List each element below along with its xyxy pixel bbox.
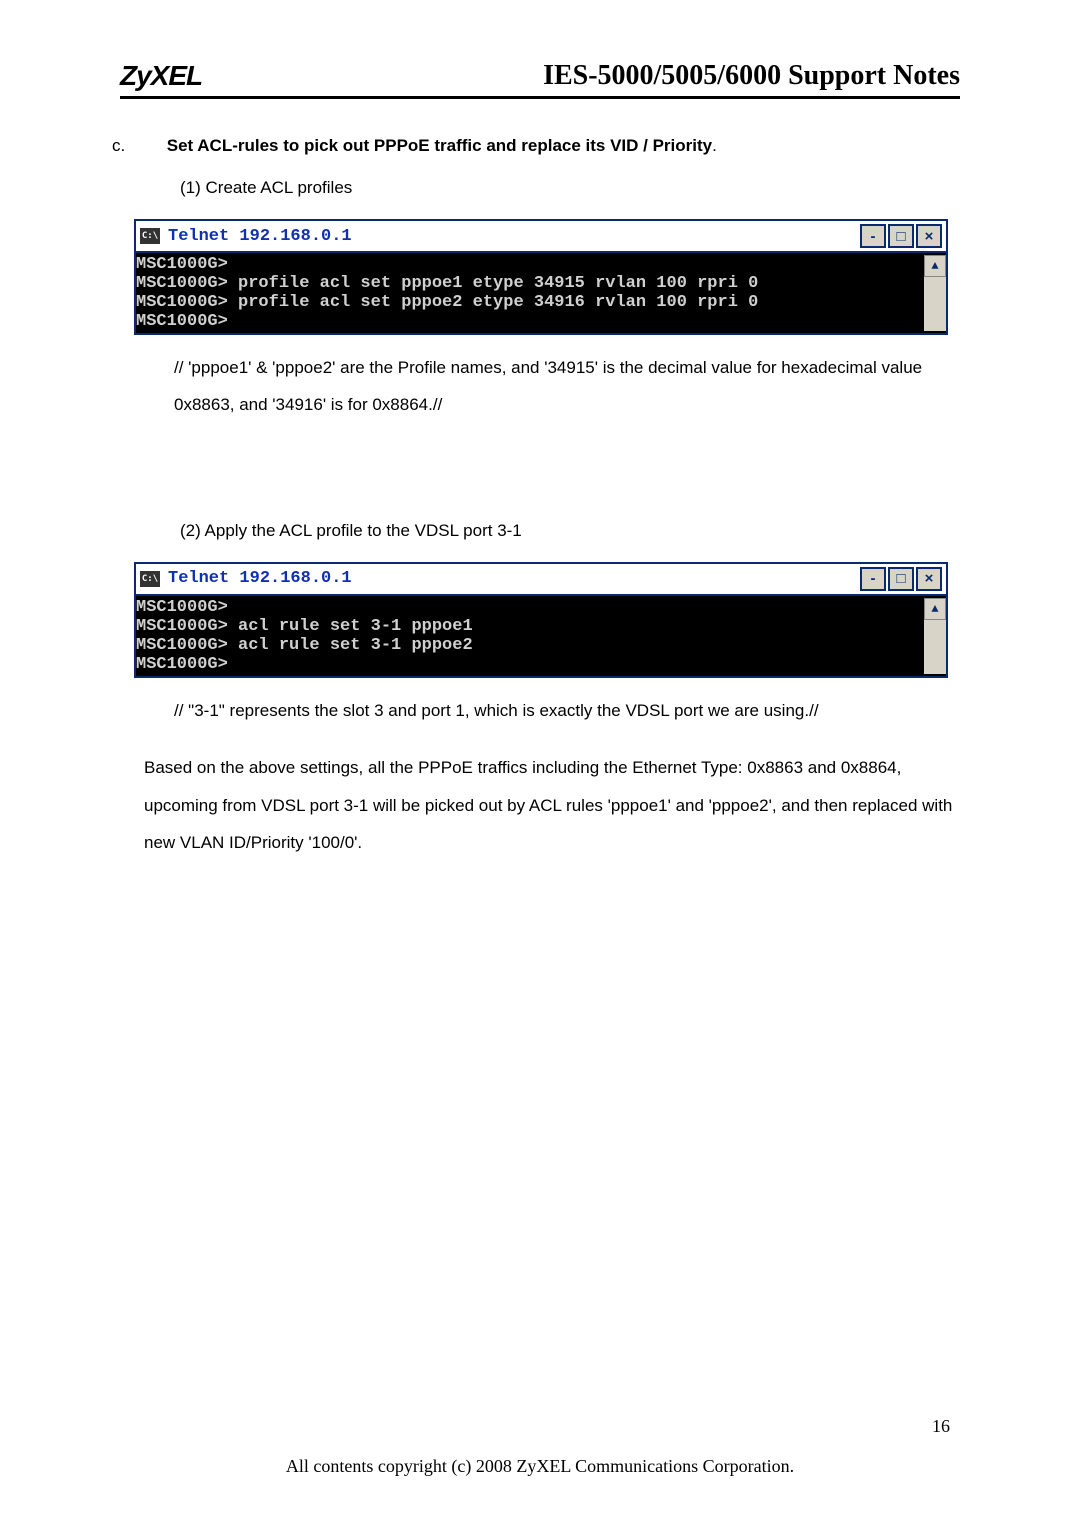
telnet-window-2: C:\ Telnet 192.168.0.1 - □ × MSC1000G> M… xyxy=(134,562,948,678)
telnet-output-1: MSC1000G> MSC1000G> profile acl set pppo… xyxy=(136,255,924,331)
page-header: ZyXEL IES-5000/5005/6000 Support Notes xyxy=(120,60,960,99)
titlebar-left-2: C:\ Telnet 192.168.0.1 xyxy=(140,569,352,588)
page-number: 16 xyxy=(932,1416,950,1437)
section-c-heading: c. Set ACL-rules to pick out PPPoE traff… xyxy=(140,129,960,163)
minimize-button[interactable]: - xyxy=(860,567,886,591)
telnet-output-2: MSC1000G> MSC1000G> acl rule set 3-1 ppp… xyxy=(136,598,924,674)
telnet-body-1: MSC1000G> MSC1000G> profile acl set pppo… xyxy=(136,253,946,333)
summary-paragraph: Based on the above settings, all the PPP… xyxy=(144,749,960,861)
note-2: // "3-1" represents the slot 3 and port … xyxy=(174,692,960,729)
close-button[interactable]: × xyxy=(916,567,942,591)
copyright-footer: All contents copyright (c) 2008 ZyXEL Co… xyxy=(0,1456,1080,1477)
maximize-button[interactable]: □ xyxy=(888,567,914,591)
document-title: IES-5000/5005/6000 Support Notes xyxy=(543,60,960,92)
close-button[interactable]: × xyxy=(916,224,942,248)
scroll-up-icon[interactable]: ▲ xyxy=(924,598,946,620)
telnet-title-1: Telnet 192.168.0.1 xyxy=(168,227,352,246)
page: ZyXEL IES-5000/5005/6000 Support Notes c… xyxy=(0,0,1080,1527)
terminal-icon: C:\ xyxy=(140,228,160,244)
scrollbar-2[interactable]: ▲ xyxy=(924,598,946,674)
list-label-c: c. xyxy=(140,129,162,163)
step-2-label: (2) Apply the ACL profile to the VDSL po… xyxy=(180,514,960,548)
telnet-titlebar-2: C:\ Telnet 192.168.0.1 - □ × xyxy=(136,564,946,596)
window-buttons-1: - □ × xyxy=(860,224,942,248)
telnet-window-1: C:\ Telnet 192.168.0.1 - □ × MSC1000G> M… xyxy=(134,219,948,335)
window-buttons-2: - □ × xyxy=(860,567,942,591)
telnet-body-2: MSC1000G> MSC1000G> acl rule set 3-1 ppp… xyxy=(136,596,946,676)
titlebar-left-1: C:\ Telnet 192.168.0.1 xyxy=(140,227,352,246)
step-1-label: (1) Create ACL profiles xyxy=(180,171,960,205)
telnet-title-2: Telnet 192.168.0.1 xyxy=(168,569,352,588)
telnet-titlebar-1: C:\ Telnet 192.168.0.1 - □ × xyxy=(136,221,946,253)
section-c-tail: . xyxy=(712,136,717,155)
note-1: // 'pppoe1' & 'pppoe2' are the Profile n… xyxy=(174,349,960,424)
scrollbar-1[interactable]: ▲ xyxy=(924,255,946,331)
terminal-icon: C:\ xyxy=(140,571,160,587)
maximize-button[interactable]: □ xyxy=(888,224,914,248)
brand-logo: ZyXEL xyxy=(120,60,202,92)
scroll-up-icon[interactable]: ▲ xyxy=(924,255,946,277)
minimize-button[interactable]: - xyxy=(860,224,886,248)
section-c-title: Set ACL-rules to pick out PPPoE traffic … xyxy=(167,136,712,155)
